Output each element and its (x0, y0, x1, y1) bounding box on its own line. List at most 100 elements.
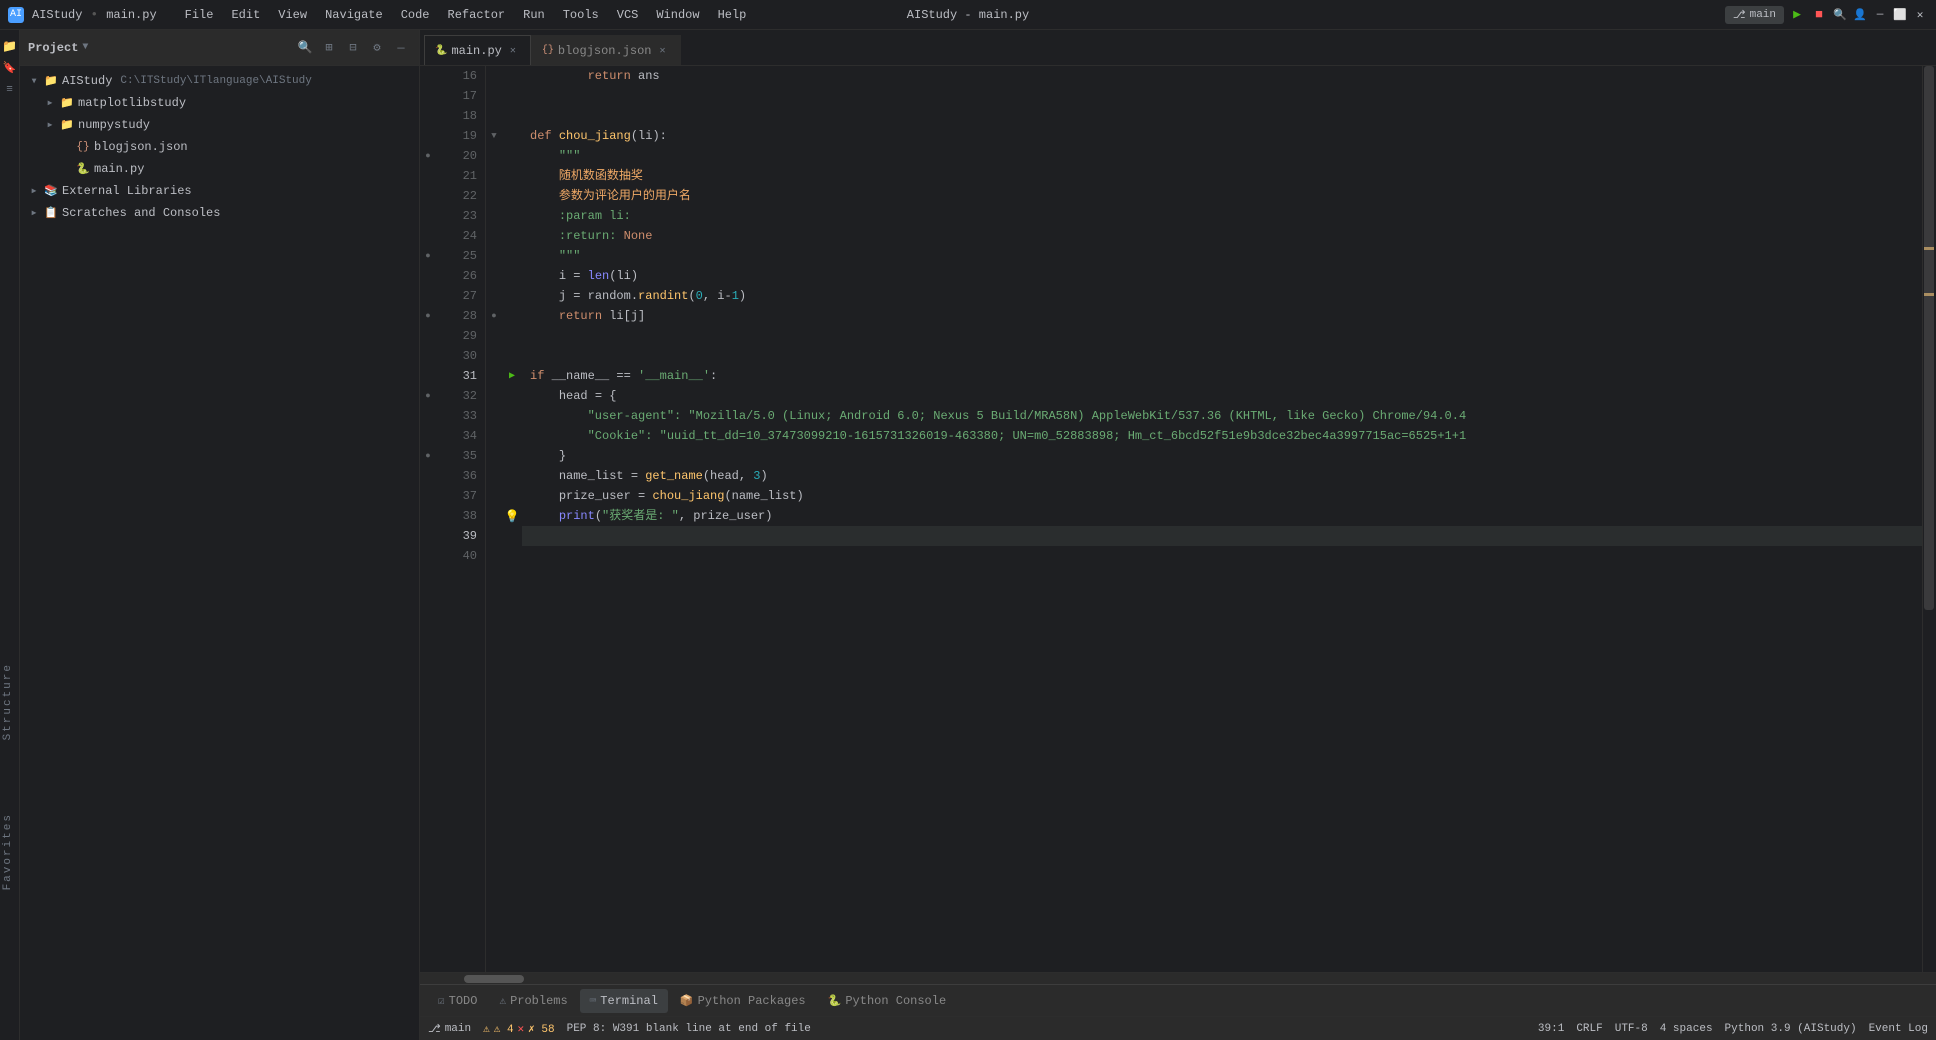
scratches-icon: 📋 (44, 206, 58, 220)
warning-count[interactable]: ⚠ ⚠ 4 ✕ ✗ 58 (483, 1022, 555, 1036)
bookmark-icon[interactable]: 🔖 (2, 60, 18, 76)
charset-indicator[interactable]: UTF-8 (1615, 1023, 1648, 1035)
ext-icon: 📚 (44, 184, 58, 198)
tree-item-ext[interactable]: ▶ 📚 External Libraries (20, 180, 419, 202)
line-ending[interactable]: CRLF (1576, 1023, 1602, 1035)
project-icon[interactable]: 📁 (2, 38, 18, 54)
code-line-32[interactable]: head = { (522, 386, 1922, 406)
search-button[interactable]: 🔍 (1832, 7, 1848, 23)
tab-main-close[interactable]: ✕ (506, 44, 520, 58)
linenum-34: 34 (463, 426, 477, 446)
fold-33 (486, 406, 502, 426)
bottom-tab-packages[interactable]: 📦 Python Packages (670, 989, 816, 1013)
tab-json-close[interactable]: ✕ (656, 44, 670, 58)
fold-35 (486, 446, 502, 466)
bottom-tab-terminal[interactable]: ⌨ Terminal (580, 989, 668, 1013)
bottom-tab-console[interactable]: 🐍 Python Console (818, 989, 957, 1013)
panel-expand-btn[interactable]: ⊞ (319, 38, 339, 58)
tab-blog-json[interactable]: {} blogjson.json ✕ (531, 35, 681, 65)
menu-file[interactable]: File (177, 5, 222, 25)
tree-item-json[interactable]: {} blogjson.json (20, 136, 419, 158)
code-line-21[interactable]: 随机数函数抽奖 (522, 166, 1922, 186)
code-line-30[interactable] (522, 346, 1922, 366)
bottom-tab-todo[interactable]: ☑ TODO (428, 989, 487, 1013)
code-line-34[interactable]: "Cookie": "uuid_tt_dd=10_37473099210-161… (522, 426, 1922, 446)
menu-tools[interactable]: Tools (555, 5, 607, 25)
code-line-31[interactable]: if __name__ == '__main__': (522, 366, 1922, 386)
maximize-button[interactable]: ⬜ (1892, 7, 1908, 23)
code-line-19[interactable]: def chou_jiang(li): (522, 126, 1922, 146)
code-line-16[interactable]: return ans (522, 66, 1922, 86)
code-line-17[interactable] (522, 86, 1922, 106)
root-arrow: ▶ (28, 75, 40, 87)
structure-icon[interactable]: ≡ (2, 82, 18, 98)
tree-item-main[interactable]: 🐍 main.py (20, 158, 419, 180)
menu-edit[interactable]: Edit (223, 5, 268, 25)
panel-search-btn[interactable]: 🔍 (295, 38, 315, 58)
code-line-26[interactable]: i = len(li) (522, 266, 1922, 286)
panel-collapse-btn[interactable]: ⊟ (343, 38, 363, 58)
tree-item-scratches[interactable]: ▶ 📋 Scratches and Consoles (20, 202, 419, 224)
menu-code[interactable]: Code (393, 5, 438, 25)
minimize-button[interactable]: — (1872, 7, 1888, 23)
run-24 (502, 226, 522, 246)
right-scrollbar[interactable] (1922, 66, 1936, 972)
panel-dropdown-icon[interactable]: ▼ (82, 42, 88, 53)
alert-34 (420, 426, 436, 446)
indent-indicator[interactable]: 4 spaces (1660, 1023, 1713, 1035)
menu-help[interactable]: Help (710, 5, 755, 25)
code-line-20[interactable]: """ (522, 146, 1922, 166)
linenum-25: 25 (463, 246, 477, 266)
fold-18 (486, 106, 502, 126)
code-line-28[interactable]: return li[j] (522, 306, 1922, 326)
menu-window[interactable]: Window (648, 5, 707, 25)
panel-settings-btn[interactable]: ⚙ (367, 38, 387, 58)
code-line-29[interactable] (522, 326, 1922, 346)
stop-button[interactable]: ■ (1810, 6, 1828, 24)
code-line-27[interactable]: j = random.randint(0, i-1) (522, 286, 1922, 306)
panel-minimize-btn[interactable]: — (391, 38, 411, 58)
alert-24 (420, 226, 436, 246)
code-line-39[interactable] (522, 526, 1922, 546)
code-line-24[interactable]: :return: None (522, 226, 1922, 246)
code-line-25[interactable]: """ (522, 246, 1922, 266)
hscroll-thumb[interactable] (464, 975, 524, 983)
code-line-33[interactable]: "user-agent": "Mozilla/5.0 (Linux; Andro… (522, 406, 1922, 426)
menu-view[interactable]: View (270, 5, 315, 25)
tree-item-numpy[interactable]: ▶ 📁 numpystudy (20, 114, 419, 136)
scroll-thumb[interactable] (1924, 66, 1934, 610)
code-line-18[interactable] (522, 106, 1922, 126)
line-col-indicator[interactable]: 39:1 (1538, 1023, 1564, 1035)
code-content[interactable]: return ans def chou_jiang(li): """ 随机数函数… (522, 66, 1922, 972)
code-line-38[interactable]: print("获奖者是: ", prize_user) (522, 506, 1922, 526)
menu-vcs[interactable]: VCS (609, 5, 647, 25)
menu-navigate[interactable]: Navigate (317, 5, 391, 25)
code-line-22[interactable]: 参数为评论用户的用户名 (522, 186, 1922, 206)
python-version[interactable]: Python 3.9 (AIStudy) (1725, 1023, 1857, 1035)
user-button[interactable]: 👤 (1852, 7, 1868, 23)
code-line-36[interactable]: name_list = get_name(head, 3) (522, 466, 1922, 486)
run-31[interactable]: ▶ (502, 366, 522, 386)
tree-root[interactable]: ▶ 📁 AIStudy C:\ITStudy\ITlanguage\AIStud… (20, 70, 419, 92)
event-log-btn[interactable]: Event Log (1869, 1023, 1928, 1035)
menu-run[interactable]: Run (515, 5, 553, 25)
branch-btn[interactable]: ⎇ main (1725, 6, 1784, 24)
pep8-warning[interactable]: PEP 8: W391 blank line at end of file (567, 1023, 811, 1035)
fold-19[interactable]: ▼ (486, 126, 502, 146)
tree-item-matplot[interactable]: ▶ 📁 matplotlibstudy (20, 92, 419, 114)
code-line-40[interactable] (522, 546, 1922, 566)
scratches-arrow: ▶ (28, 207, 40, 219)
bottom-tab-problems[interactable]: ⚠ Problems (489, 989, 577, 1013)
menu-refactor[interactable]: Refactor (440, 5, 514, 25)
close-button[interactable]: ✕ (1912, 7, 1928, 23)
fold-30 (486, 346, 502, 366)
run-button[interactable]: ▶ (1788, 6, 1806, 24)
git-branch-status[interactable]: ⎇ main (428, 1022, 471, 1036)
code-line-23[interactable]: :param li: (522, 206, 1922, 226)
code-line-37[interactable]: prize_user = chou_jiang(name_list) (522, 486, 1922, 506)
fold-28[interactable]: ● (486, 306, 502, 326)
code-line-35[interactable]: } (522, 446, 1922, 466)
hscroll-bar[interactable] (420, 972, 1936, 984)
tab-main-py[interactable]: 🐍 main.py ✕ (424, 35, 531, 65)
matplot-arrow: ▶ (44, 97, 56, 109)
